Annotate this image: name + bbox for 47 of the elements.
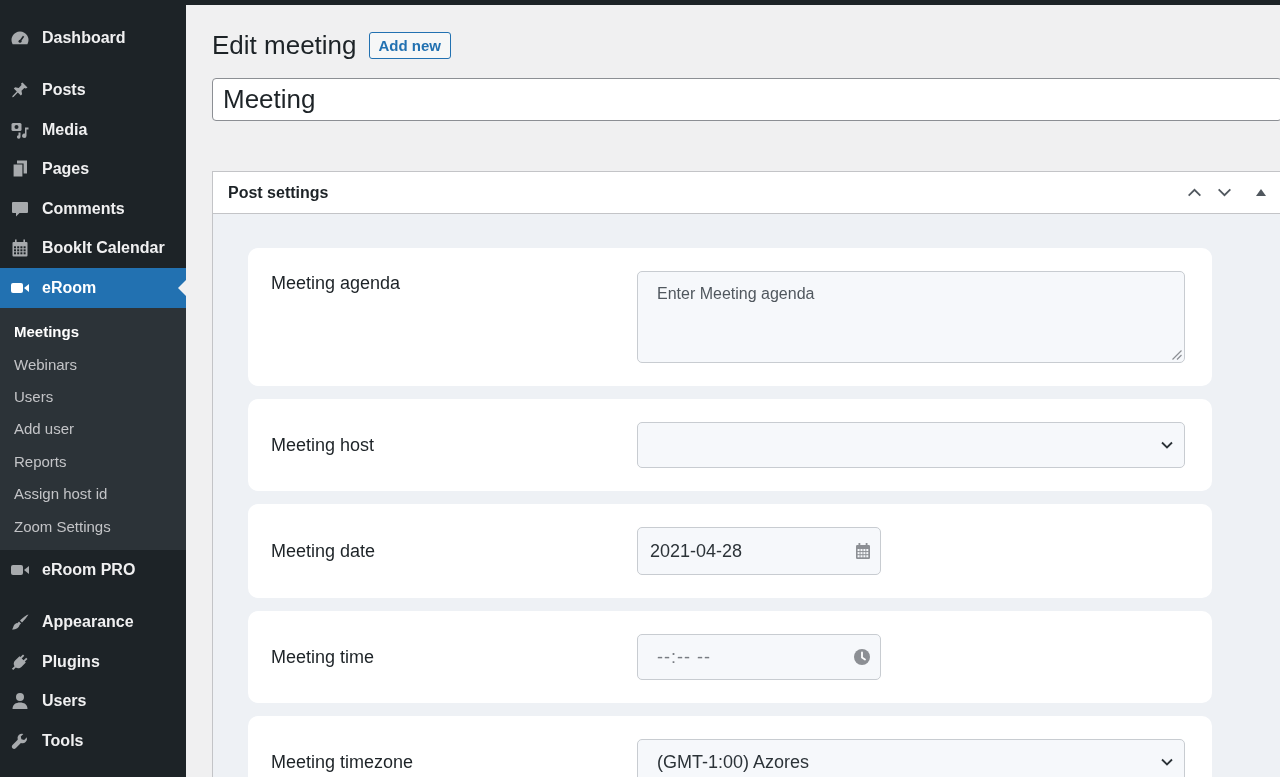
clock-icon xyxy=(854,649,870,665)
sidebar-item[interactable]: Tools xyxy=(0,721,186,761)
text-area-field[interactable]: Enter Meeting agenda xyxy=(637,271,1185,363)
panel-title: Post settings xyxy=(228,183,330,202)
sidebar-item[interactable]: Dashboard xyxy=(0,18,186,58)
sidebar-item[interactable]: Media xyxy=(0,110,186,150)
time-field[interactable]: --:-- -- xyxy=(637,634,881,680)
wrench-icon xyxy=(10,731,30,751)
chevron-down-icon xyxy=(1216,188,1232,197)
resize-handle-icon xyxy=(1172,350,1182,360)
field-label: Meeting time xyxy=(271,646,376,669)
title-field[interactable]: Meeting xyxy=(212,78,1280,121)
submenu-item[interactable]: Webinars xyxy=(0,347,186,381)
sidebar-item[interactable]: Posts xyxy=(0,70,186,110)
sidebar-item[interactable]: eRoom PRO xyxy=(0,550,186,590)
field-label: Meeting date xyxy=(271,540,377,563)
chevron-down-icon xyxy=(1161,758,1173,766)
field-label: Meeting host xyxy=(271,434,376,457)
calendar-icon xyxy=(856,543,870,559)
calendar-icon xyxy=(10,238,30,259)
field-label: Meeting agenda xyxy=(271,272,402,295)
submenu-item[interactable]: Meetings xyxy=(0,315,186,348)
select-dropdown[interactable] xyxy=(637,422,1185,468)
sidebar-item[interactable]: Pages xyxy=(0,149,186,189)
plug-icon xyxy=(10,652,30,672)
add-new-button[interactable]: Add new xyxy=(368,31,452,59)
sidebar-item[interactable]: BookIt Calendar xyxy=(0,228,186,268)
sidebar-item[interactable]: Appearance xyxy=(0,602,186,643)
selection-arrow-icon xyxy=(178,279,186,296)
sidebar-item[interactable]: Plugins xyxy=(0,642,186,682)
sidebar-item[interactable]: eRoom xyxy=(0,268,186,308)
submenu-item[interactable]: Users xyxy=(0,380,186,413)
chevron-down-icon xyxy=(1161,441,1173,449)
sidebar-item[interactable]: Users xyxy=(0,681,186,722)
select-dropdown[interactable]: (GMT-1:00) Azores xyxy=(637,739,1185,777)
triangle-up-icon xyxy=(1256,189,1266,196)
chevron-up-icon xyxy=(1186,188,1202,197)
field-label: Meeting timezone xyxy=(271,751,415,774)
sidebar-item[interactable]: Comments xyxy=(0,189,186,229)
pages-icon xyxy=(10,159,30,180)
submenu-item[interactable]: Add user xyxy=(0,412,186,446)
page-title: Edit meeting xyxy=(212,29,357,62)
person-icon xyxy=(10,691,30,712)
submenu-item[interactable]: Zoom Settings xyxy=(0,509,186,543)
date-field[interactable]: 2021-04-28 xyxy=(637,527,881,575)
submenu-item[interactable]: Reports xyxy=(0,445,186,478)
submenu-item[interactable]: Assign host id xyxy=(0,477,186,510)
